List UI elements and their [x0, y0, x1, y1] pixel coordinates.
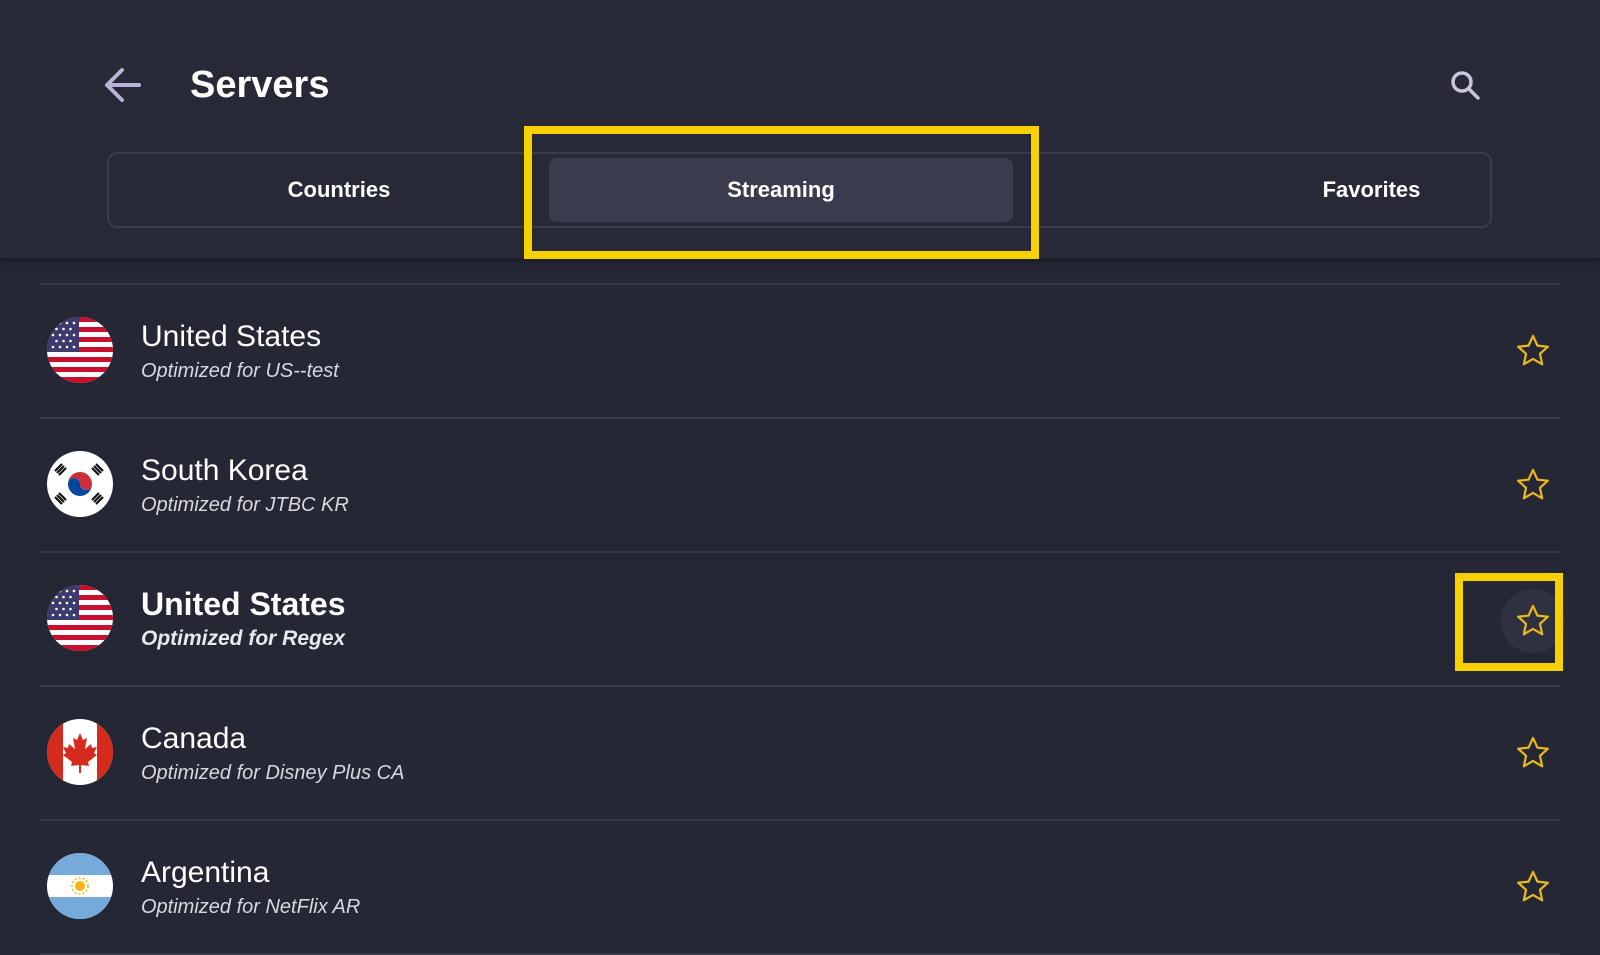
server-row-argentina[interactable]: Argentina Optimized for NetFlix AR	[40, 821, 1560, 955]
server-optimized-for: Optimized for NetFlix AR	[141, 896, 361, 918]
ar-flag-icon	[47, 853, 113, 919]
page-title: Servers	[190, 64, 330, 106]
kr-flag-icon	[47, 451, 113, 517]
favorite-button[interactable]	[1509, 461, 1557, 509]
server-optimized-for: Optimized for US--test	[141, 360, 339, 382]
server-optimized-for: Optimized for JTBC KR	[141, 494, 349, 516]
server-country-name: Canada	[141, 722, 247, 755]
search-icon	[1451, 71, 1480, 100]
server-row-united-states-focused[interactable]: United States Optimized for Regex	[40, 553, 1565, 687]
server-country-name: United States	[141, 586, 346, 622]
favorite-button[interactable]	[1501, 589, 1565, 653]
star-icon	[1517, 468, 1549, 500]
app-header: Servers Countries Streaming Favorites	[0, 0, 1600, 258]
favorite-button[interactable]	[1509, 863, 1557, 911]
us-flag-icon	[47, 585, 113, 651]
tab-countries[interactable]: Countries	[109, 154, 569, 226]
star-icon	[1517, 334, 1549, 366]
server-tabs: Countries Streaming Favorites	[107, 152, 1492, 228]
server-row-canada[interactable]: Canada Optimized for Disney Plus CA	[40, 687, 1560, 821]
tab-favorites[interactable]: Favorites	[1109, 154, 1600, 226]
search-button[interactable]	[1440, 60, 1490, 110]
server-country-name: United States	[141, 320, 322, 353]
favorite-button[interactable]	[1509, 729, 1557, 777]
us-flag-icon	[47, 317, 113, 383]
server-optimized-for: Optimized for Regex	[141, 627, 346, 650]
arrow-left-icon	[105, 68, 141, 102]
ca-flag-icon	[47, 719, 113, 785]
server-list: United States Optimized for US--test Sou…	[40, 283, 1565, 955]
tab-streaming[interactable]: Streaming	[549, 158, 1013, 222]
star-icon	[1517, 604, 1549, 636]
server-optimized-for: Optimized for Disney Plus CA	[141, 762, 405, 784]
server-row-south-korea[interactable]: South Korea Optimized for JTBC KR	[40, 419, 1560, 553]
server-country-name: Argentina	[141, 856, 270, 889]
server-country-name: South Korea	[141, 454, 308, 487]
star-icon	[1517, 736, 1549, 768]
favorite-button[interactable]	[1509, 327, 1557, 375]
star-icon	[1517, 870, 1549, 902]
back-button[interactable]	[94, 60, 150, 110]
server-row-united-states[interactable]: United States Optimized for US--test	[40, 285, 1560, 419]
